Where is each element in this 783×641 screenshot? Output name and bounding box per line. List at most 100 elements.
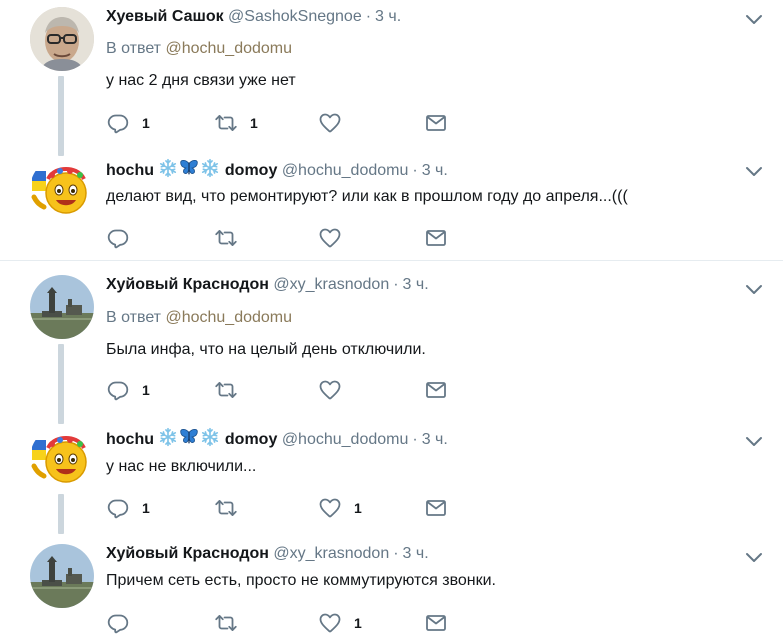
- display-name[interactable]: Хуевый Сашок: [106, 8, 224, 25]
- tweet-text: у нас 2 дня связи уже нет: [106, 72, 296, 89]
- reply-button[interactable]: 1: [106, 377, 150, 403]
- separator-dot: ·: [365, 8, 372, 25]
- reply-mention[interactable]: @hochu_dodomu: [165, 40, 292, 57]
- conversation-divider: [0, 260, 783, 261]
- tweet-header: Хуевый Сашок @SashokSnegnoe · 3 ч.: [106, 6, 401, 28]
- like-count: 1: [354, 615, 362, 631]
- avatar[interactable]: [30, 7, 94, 71]
- reply-prefix: В ответ: [106, 309, 162, 326]
- tweet-actions: 1 1: [106, 495, 466, 521]
- tweet-3[interactable]: Хуйовый Краснодон @xy_krasnodon · 3 ч. В о…: [0, 268, 783, 424]
- dm-button[interactable]: [424, 225, 448, 251]
- username[interactable]: @xy_krasnodon: [273, 276, 389, 293]
- like-count: 1: [354, 500, 362, 516]
- chevron-down-icon[interactable]: [744, 547, 764, 567]
- heart-icon: [318, 496, 342, 520]
- like-button[interactable]: 1: [318, 495, 362, 521]
- avatar[interactable]: [30, 157, 94, 221]
- chevron-down-icon[interactable]: [744, 161, 764, 181]
- dm-button[interactable]: [424, 110, 448, 136]
- avatar[interactable]: [30, 275, 94, 339]
- snowflake-icon: [158, 158, 178, 178]
- username[interactable]: @xy_krasnodon: [273, 545, 389, 562]
- reply-prefix: В ответ: [106, 40, 162, 57]
- chevron-down-icon[interactable]: [744, 9, 764, 29]
- retweet-icon: [214, 611, 238, 635]
- reply-button[interactable]: [106, 610, 142, 636]
- reply-button[interactable]: 1: [106, 495, 150, 521]
- reply-button[interactable]: 1: [106, 110, 150, 136]
- display-name[interactable]: Хуйовый Краснодон: [106, 545, 269, 562]
- tweet-header: hochu domoy @hochu_dodomu · 3 ч.: [106, 158, 448, 182]
- tweet-4[interactable]: hochu domoy @hochu_dodomu · 3 ч. у нас не …: [0, 420, 783, 534]
- display-name[interactable]: Хуйовый Краснодон: [106, 276, 269, 293]
- like-button[interactable]: [318, 377, 354, 403]
- tweet-1[interactable]: Хуевый Сашок @SashokSnegnoe · 3 ч. В ответ…: [0, 0, 783, 156]
- tweet-actions: 1: [106, 377, 466, 403]
- tweet-header: hochu domoy @hochu_dodomu · 3 ч.: [106, 427, 448, 451]
- dm-button[interactable]: [424, 610, 448, 636]
- username[interactable]: @hochu_dodomu: [282, 162, 409, 179]
- heart-icon: [318, 378, 342, 402]
- like-button[interactable]: [318, 225, 354, 251]
- timestamp[interactable]: 3 ч.: [422, 431, 448, 448]
- retweet-button[interactable]: 1: [214, 110, 258, 136]
- retweet-button[interactable]: [214, 225, 250, 251]
- reply-icon: [106, 496, 130, 520]
- separator-dot: ·: [412, 162, 418, 179]
- retweet-button[interactable]: [214, 377, 250, 403]
- tweet-header: Хуйовый Краснодон @xy_krasnodon · 3 ч.: [106, 543, 429, 565]
- tweet-text: у нас не включили...: [106, 458, 257, 475]
- tweet-text: Была инфа, что на целый день отключили.: [106, 341, 426, 358]
- tweet-5[interactable]: Хуйовый Краснодон @xy_krasnodon · 3 ч. При…: [0, 536, 783, 641]
- dm-button[interactable]: [424, 377, 448, 403]
- tweet-text: делают вид, что ремонтируют? или как в п…: [106, 188, 628, 205]
- username[interactable]: @hochu_dodomu: [282, 431, 409, 448]
- reply-count: 1: [142, 382, 150, 398]
- retweet-button[interactable]: [214, 495, 250, 521]
- retweet-count: 1: [250, 115, 258, 131]
- retweet-icon: [214, 378, 238, 402]
- reply-icon: [106, 226, 130, 250]
- retweet-icon: [214, 111, 238, 135]
- tweet-actions: 1: [106, 610, 466, 636]
- heart-icon: [318, 111, 342, 135]
- timestamp[interactable]: 3 ч.: [375, 8, 401, 25]
- snowflake-icon: [200, 427, 220, 447]
- chevron-down-icon[interactable]: [744, 279, 764, 299]
- avatar[interactable]: [30, 426, 94, 490]
- username[interactable]: @SashokSnegnoe: [228, 8, 362, 25]
- chevron-down-icon[interactable]: [744, 431, 764, 451]
- retweet-button[interactable]: [214, 610, 250, 636]
- reply-mention[interactable]: @hochu_dodomu: [165, 309, 292, 326]
- snowflake-icon: [200, 158, 220, 178]
- envelope-icon: [424, 611, 448, 635]
- envelope-icon: [424, 378, 448, 402]
- like-button[interactable]: 1: [318, 610, 362, 636]
- timestamp[interactable]: 3 ч.: [403, 276, 429, 293]
- separator-dot: ·: [393, 545, 399, 562]
- display-name-part1[interactable]: hochu: [106, 431, 154, 448]
- retweet-icon: [214, 226, 238, 250]
- tweet-header: Хуйовый Краснодон @xy_krasnodon · 3 ч.: [106, 274, 429, 296]
- reply-button[interactable]: [106, 225, 142, 251]
- avatar[interactable]: [30, 544, 94, 608]
- timestamp[interactable]: 3 ч.: [403, 545, 429, 562]
- display-name-part1[interactable]: hochu: [106, 162, 154, 179]
- timestamp[interactable]: 3 ч.: [422, 162, 448, 179]
- dm-button[interactable]: [424, 495, 448, 521]
- envelope-icon: [424, 226, 448, 250]
- display-name-part2[interactable]: domoy: [225, 162, 277, 179]
- reply-icon: [106, 611, 130, 635]
- display-name-part2[interactable]: domoy: [225, 431, 277, 448]
- tweet-actions: 1 1: [106, 110, 466, 136]
- heart-icon: [318, 226, 342, 250]
- reply-context: В ответ @hochu_dodomu: [106, 38, 292, 60]
- thread-line: [58, 76, 64, 156]
- tweet-2[interactable]: hochu domoy @hochu_dodomu · 3 ч. делают ви…: [0, 150, 783, 260]
- tweet-actions: [106, 225, 466, 251]
- separator-dot: ·: [412, 431, 418, 448]
- butterfly-icon: [178, 158, 200, 178]
- heart-icon: [318, 611, 342, 635]
- like-button[interactable]: [318, 110, 354, 136]
